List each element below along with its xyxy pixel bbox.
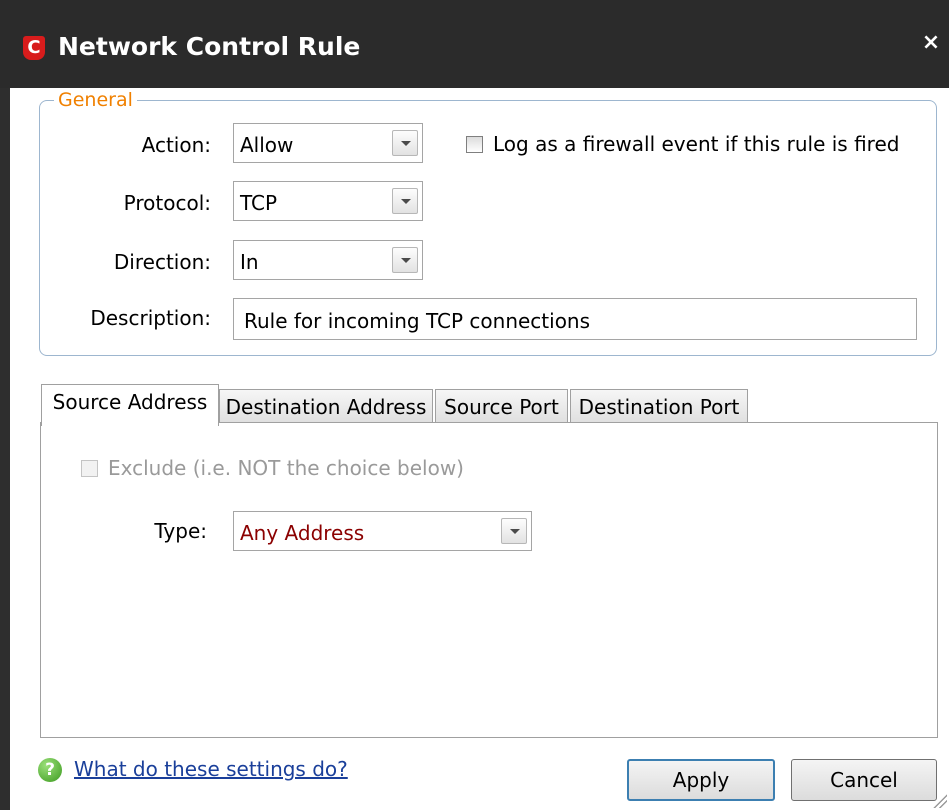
description-field[interactable]: Rule for incoming TCP connections [233,298,917,340]
protocol-value: TCP [240,191,278,215]
cancel-button[interactable]: Cancel [791,759,937,801]
log-event-checkbox[interactable] [466,136,483,153]
exclude-checkbox[interactable] [81,460,98,477]
chevron-down-icon[interactable] [501,518,527,544]
chevron-down-icon[interactable] [392,247,418,273]
protocol-label: Protocol: [123,191,211,215]
description-value: Rule for incoming TCP connections [244,309,591,333]
source-address-panel: Exclude (i.e. NOT the choice below) Type… [40,422,938,738]
action-select[interactable]: Allow [233,123,423,163]
help-icon[interactable]: ? [38,758,62,782]
help-link[interactable]: What do these settings do? [74,757,348,781]
dialog-body: General Action: Allow Log as a firewall … [10,88,949,810]
action-value: Allow [240,133,294,157]
description-label: Description: [90,306,211,330]
protocol-select[interactable]: TCP [233,181,423,221]
type-value: Any Address [240,521,365,545]
resize-grip-icon[interactable] [933,794,947,808]
title-bar[interactable]: C Network Control Rule × [0,0,949,88]
chevron-down-icon[interactable] [392,188,418,214]
tab-destination-address[interactable]: Destination Address [219,389,433,425]
tab-destination-port[interactable]: Destination Port [570,389,748,425]
chevron-down-icon[interactable] [392,130,418,156]
direction-label: Direction: [113,250,211,274]
window-title: Network Control Rule [58,32,361,61]
direction-value: In [240,250,259,274]
exclude-label: Exclude (i.e. NOT the choice below) [108,456,464,480]
direction-select[interactable]: In [233,240,423,280]
general-group: General Action: Allow Log as a firewall … [39,89,937,356]
action-label: Action: [141,133,211,157]
close-button[interactable]: × [920,30,942,56]
dialog-window: C Network Control Rule × General Action:… [0,0,949,810]
apply-button[interactable]: Apply [627,759,775,801]
log-event-label[interactable]: Log as a firewall event if this rule is … [493,132,899,156]
type-select[interactable]: Any Address [233,511,532,551]
general-legend: General [54,89,137,111]
tab-source-port[interactable]: Source Port [435,389,568,425]
tab-source-address[interactable]: Source Address [41,384,219,426]
comodo-logo-icon: C [23,36,45,60]
type-label: Type: [154,519,207,543]
